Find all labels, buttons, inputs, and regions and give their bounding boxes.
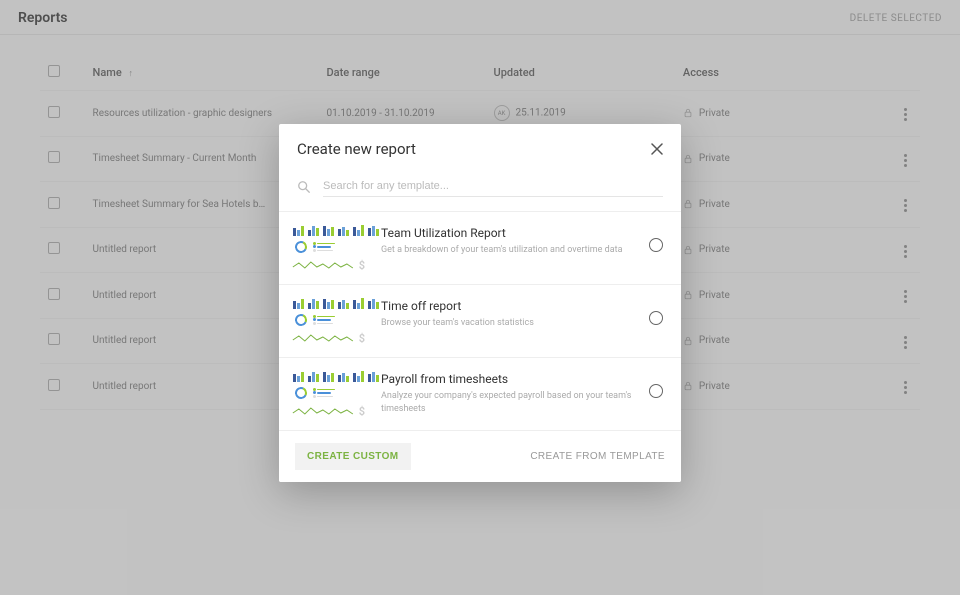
template-description: Get a breakdown of your team's utilizati… — [381, 244, 635, 257]
template-list[interactable]: $ Team Utilization Report Get a breakdown … — [279, 212, 681, 430]
template-item[interactable]: $ Team Utilization Report Get a breakdown … — [279, 212, 681, 285]
bar-chart-icon — [291, 224, 367, 236]
list-icon — [317, 316, 367, 325]
template-title: Team Utilization Report — [381, 226, 635, 240]
template-radio[interactable] — [649, 384, 663, 398]
create-report-modal: Create new report $ Team Utilization Repo… — [279, 124, 681, 482]
list-icon — [317, 389, 367, 398]
bar-chart-icon — [291, 297, 367, 309]
template-item[interactable]: $ Payroll from timesheets Analyze your com… — [279, 358, 681, 430]
list-icon — [317, 243, 367, 252]
template-title: Time off report — [381, 299, 635, 313]
dollar-icon: $ — [359, 259, 367, 272]
dollar-icon: $ — [359, 405, 367, 418]
modal-overlay[interactable]: Create new report $ Team Utilization Repo… — [0, 0, 960, 595]
modal-title: Create new report — [297, 140, 416, 158]
donut-chart-icon — [293, 239, 308, 254]
search-icon — [297, 180, 311, 194]
donut-chart-icon — [293, 312, 308, 327]
template-thumbnail: $ — [291, 297, 367, 345]
create-custom-button[interactable]: CREATE CUSTOM — [295, 443, 411, 470]
template-radio[interactable] — [649, 311, 663, 325]
template-item[interactable]: $ Time off report Browse your team's vacat… — [279, 285, 681, 358]
donut-chart-icon — [293, 385, 308, 400]
dollar-icon: $ — [359, 332, 367, 345]
create-from-template-button[interactable]: CREATE FROM TEMPLATE — [530, 451, 665, 462]
template-thumbnail: $ — [291, 224, 367, 272]
bar-chart-icon — [291, 370, 367, 382]
template-description: Browse your team's vacation statistics — [381, 317, 635, 330]
template-title: Payroll from timesheets — [381, 372, 635, 386]
template-description: Analyze your company's expected payroll … — [381, 390, 635, 415]
template-radio[interactable] — [649, 238, 663, 252]
close-icon[interactable] — [651, 143, 663, 155]
template-search-input[interactable] — [323, 176, 663, 197]
template-thumbnail: $ — [291, 370, 367, 418]
